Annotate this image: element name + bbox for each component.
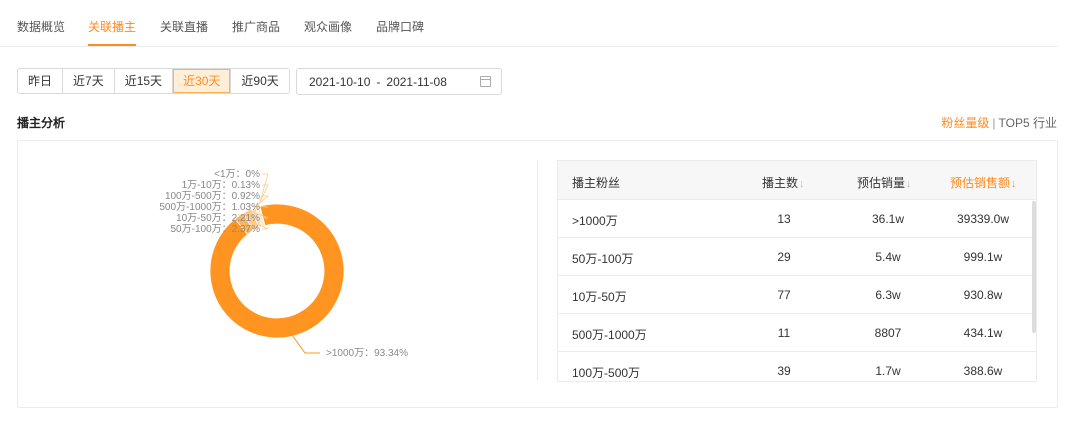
date-range-text: 2021-10-10-2021-11-08: [309, 75, 447, 89]
streamer-fans-table: 播主粉丝 播主数↓ 预估销量↓ 预估销售额↓ >1000万 13 36.1w 3…: [557, 160, 1037, 382]
active-tab-indicator: [88, 44, 136, 46]
date-separator: -: [376, 75, 381, 89]
cell-estimated-revenue: 930.8w: [963, 288, 1003, 302]
header-fans-level: 播主粉丝: [572, 176, 621, 190]
link-separator: |: [992, 116, 996, 130]
range-7days-button[interactable]: 近7天: [63, 69, 115, 93]
sort-arrow-icon: ↓: [1011, 178, 1017, 190]
slice-label: <1万：0%: [214, 169, 260, 180]
cell-streamer-count: 11: [777, 326, 791, 340]
cell-estimated-revenue: 388.6w: [963, 364, 1003, 378]
table-row: >1000万 13 36.1w 39339.0w: [558, 200, 1036, 238]
slice-label: >1000万：93.34%: [326, 348, 408, 359]
range-15days-button[interactable]: 近15天: [114, 69, 174, 93]
slice-label: 50万-100万：2.37%: [171, 224, 261, 235]
tab-brand-reputation[interactable]: 品牌口碑: [376, 18, 424, 35]
header-estimated-revenue-label: 预估销售额: [950, 176, 1011, 190]
cell-fans-level: 500万-1000万: [572, 328, 647, 342]
cell-streamer-count: 13: [777, 212, 791, 226]
cell-estimated-revenue: 434.1w: [963, 326, 1003, 340]
date-range-selector: 昨日 近7天 近15天 近30天 近90天: [17, 68, 290, 94]
panel-divider: [537, 160, 538, 380]
sort-arrow-icon: ↓: [906, 178, 912, 190]
cell-streamer-count: 29: [777, 250, 791, 264]
section-title: 播主分析: [17, 116, 66, 130]
slice-label: 10万-50万：2.21%: [176, 213, 260, 224]
tab-related-streamers[interactable]: 关联播主: [88, 18, 136, 35]
cell-estimated-sales: 5.4w: [875, 250, 901, 264]
cell-estimated-revenue: 39339.0w: [956, 212, 1010, 226]
slice-label: 100万-500万：0.92%: [165, 191, 260, 202]
tab-bar: 数据概览 关联播主 关联直播 推广商品 观众画像 品牌口碑: [0, 0, 1058, 47]
cell-estimated-sales: 8807: [874, 326, 902, 340]
cell-estimated-revenue: 999.1w: [963, 250, 1003, 264]
table-header: 播主粉丝 播主数↓ 预估销量↓ 预估销售额↓: [558, 161, 1036, 200]
header-estimated-sales[interactable]: 预估销量↓: [857, 174, 912, 191]
cell-estimated-sales: 1.7w: [875, 364, 901, 378]
date-start: 2021-10-10: [309, 75, 371, 89]
header-estimated-revenue[interactable]: 预估销售额↓: [950, 174, 1017, 191]
sort-arrow-icon: ↓: [799, 178, 805, 190]
fans-level-link[interactable]: 粉丝量级: [941, 116, 989, 130]
cell-fans-level: 10万-50万: [572, 290, 627, 304]
calendar-icon[interactable]: [480, 76, 491, 87]
tab-audience-profile[interactable]: 观众画像: [304, 18, 352, 35]
slice-label: 1万-10万：0.13%: [182, 180, 260, 191]
slice-label: 500万-1000万：1.03%: [159, 202, 260, 213]
table-row: 500万-1000万 11 8807 434.1w: [558, 314, 1036, 352]
cell-estimated-sales: 36.1w: [871, 212, 905, 226]
analysis-dimension-switch: 粉丝量级 | TOP5 行业: [941, 114, 1057, 131]
range-yesterday-button[interactable]: 昨日: [18, 69, 64, 93]
tab-promoted-products[interactable]: 推广商品: [232, 18, 280, 35]
top5-industry-link[interactable]: TOP5 行业: [999, 116, 1057, 130]
cell-fans-level: >1000万: [572, 214, 618, 228]
header-streamer-count[interactable]: 播主数↓: [762, 174, 805, 191]
cell-streamer-count: 39: [777, 364, 791, 378]
header-estimated-sales-label: 预估销量: [857, 176, 906, 190]
range-90days-button[interactable]: 近90天: [231, 69, 289, 93]
header-streamer-count-label: 播主数: [762, 176, 799, 190]
cell-fans-level: 100万-500万: [572, 366, 641, 380]
leader-line: [291, 334, 320, 354]
range-30days-button[interactable]: 近30天: [173, 69, 232, 93]
tab-data-overview[interactable]: 数据概览: [17, 18, 65, 35]
table-scrollbar[interactable]: [1032, 201, 1036, 333]
fans-distribution-donut-chart: >1000万：93.34% 50万-100万：2.37%10万-50万：2.21%…: [159, 169, 408, 359]
table-row: 50万-100万 29 5.4w 999.1w: [558, 238, 1036, 276]
cell-estimated-sales: 6.3w: [875, 288, 901, 302]
table-row: 10万-50万 77 6.3w 930.8w: [558, 276, 1036, 314]
table-row: 100万-500万 39 1.7w 388.6w: [558, 352, 1036, 381]
cell-fans-level: 50万-100万: [572, 252, 634, 266]
date-end: 2021-11-08: [386, 75, 447, 89]
tab-related-live[interactable]: 关联直播: [160, 18, 208, 35]
date-range-picker[interactable]: 2021-10-10-2021-11-08: [296, 68, 502, 95]
cell-streamer-count: 77: [777, 288, 791, 302]
